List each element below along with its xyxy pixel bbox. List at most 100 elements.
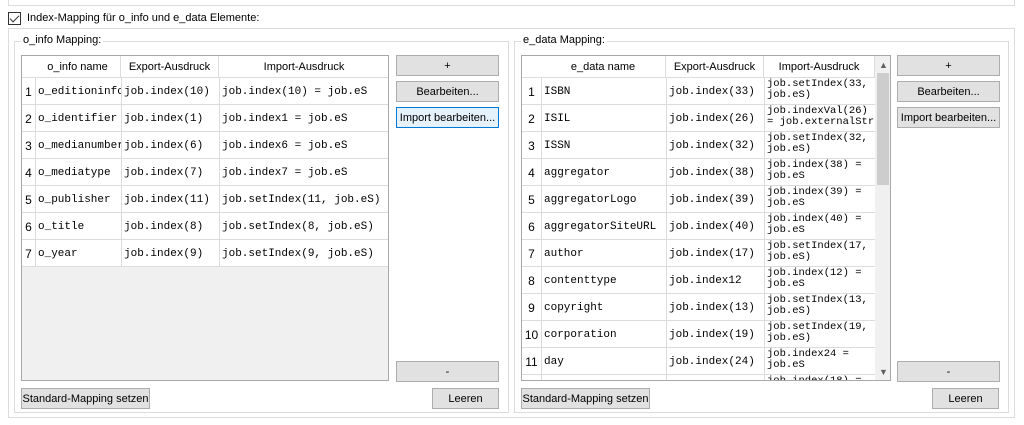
e-data-col-export[interactable]: Export-Ausdruck: [666, 56, 764, 78]
cell-import[interactable]: job.index1 = job.eS: [219, 105, 388, 132]
cell-import[interactable]: job.index(38) = job.eS: [764, 159, 875, 186]
cell-export[interactable]: job.index(7): [121, 159, 219, 186]
cell-import[interactable]: job.index(18) =: [764, 375, 875, 380]
table-row[interactable]: 5 aggregatorLogo job.index(39) job.index(39…: [522, 186, 875, 213]
cell-export[interactable]: job.index(26): [666, 105, 764, 132]
table-row[interactable]: 7 author job.index(17) job.setIndex(17, job…: [522, 240, 875, 267]
cell-name[interactable]: [541, 375, 666, 380]
e-data-standard-mapping-button[interactable]: Standard-Mapping setzen: [521, 388, 650, 409]
cell-name[interactable]: o_publisher: [35, 186, 121, 213]
cell-import[interactable]: job.setIndex(33, job.eS): [764, 78, 875, 105]
cell-export[interactable]: job.index(24): [666, 348, 764, 375]
cell-export[interactable]: job.index12: [666, 267, 764, 294]
cell-import[interactable]: job.index(40) = job.eS: [764, 213, 875, 240]
cell-name[interactable]: ISSN: [541, 132, 666, 159]
cell-export[interactable]: job.index(17): [666, 240, 764, 267]
cell-name[interactable]: aggregatorSiteURL: [541, 213, 666, 240]
cell-name[interactable]: o_editioninfo: [35, 78, 121, 105]
cell-name[interactable]: ISBN: [541, 78, 666, 105]
table-row[interactable]: 6 o_title job.index(8) job.setIndex(8, job.…: [22, 213, 388, 240]
table-row[interactable]: 3 o_medianumber job.index(6) job.index6 = j…: [22, 132, 388, 159]
cell-export[interactable]: job.index(39): [666, 186, 764, 213]
cell-import[interactable]: job.index24 = job.eS: [764, 348, 875, 375]
cell-export[interactable]: job.index(10): [121, 78, 219, 105]
index-mapping-checkbox[interactable]: [8, 11, 21, 25]
cell-import[interactable]: job.index(10) = job.eS: [219, 78, 388, 105]
table-row[interactable]: 1 o_editioninfo job.index(10) job.index(10)…: [22, 78, 388, 105]
table-row[interactable]: 2 ISIL job.index(26) job.indexVal(26) = job…: [522, 105, 875, 132]
cell-export[interactable]: job.index(13): [666, 294, 764, 321]
e-data-scroll-thumb[interactable]: [877, 73, 889, 185]
table-row[interactable]: 9 copyright job.index(13) job.setIndex(13, …: [522, 294, 875, 321]
cell-export[interactable]: job.index(9): [121, 240, 219, 267]
cell-name[interactable]: o_medianumber: [35, 132, 121, 159]
table-row[interactable]: 2 o_identifier job.index(1) job.index1 = jo…: [22, 105, 388, 132]
cell-import[interactable]: job.setIndex(11, job.eS): [219, 186, 388, 213]
table-row[interactable]: 4 o_mediatype job.index(7) job.index7 = job…: [22, 159, 388, 186]
table-row[interactable]: 3 ISSN job.index(32) job.setIndex(32, job.e…: [522, 132, 875, 159]
table-row[interactable]: 8 contenttype job.index12 job.index(12) = j…: [522, 267, 875, 294]
table-row[interactable]: 5 o_publisher job.index(11) job.setIndex(11…: [22, 186, 388, 213]
e-data-col-import[interactable]: Import-Ausdruck: [764, 56, 875, 78]
o-info-col-import[interactable]: Import-Ausdruck: [219, 56, 388, 78]
cell-name[interactable]: o_identifier: [35, 105, 121, 132]
o-info-add-button[interactable]: +: [396, 55, 499, 76]
e-data-scrollbar[interactable]: ▲ ▼: [875, 56, 890, 380]
e-data-table[interactable]: e_data name Export-Ausdruck Import-Ausdr…: [521, 55, 891, 381]
cell-name[interactable]: aggregator: [541, 159, 666, 186]
cell-name[interactable]: o_mediatype: [35, 159, 121, 186]
table-row[interactable]: 6 aggregatorSiteURL job.index(40) job.index…: [522, 213, 875, 240]
cell-export[interactable]: job.index(32): [666, 132, 764, 159]
cell-name[interactable]: author: [541, 240, 666, 267]
cell-name[interactable]: ISIL: [541, 105, 666, 132]
cell-name[interactable]: copyright: [541, 294, 666, 321]
cell-import[interactable]: job.setIndex(19, job.eS): [764, 321, 875, 348]
o-info-standard-mapping-button[interactable]: Standard-Mapping setzen: [21, 388, 150, 409]
cell-name[interactable]: aggregatorLogo: [541, 186, 666, 213]
cell-import[interactable]: job.index(12) = job.eS: [764, 267, 875, 294]
cell-export[interactable]: job.index(6): [121, 132, 219, 159]
o-info-edit-button[interactable]: Bearbeiten...: [396, 81, 499, 102]
scroll-up-icon[interactable]: ▲: [875, 56, 890, 73]
scroll-down-icon[interactable]: ▼: [875, 363, 890, 380]
cell-export[interactable]: job.index(33): [666, 78, 764, 105]
cell-export[interactable]: job.index(40): [666, 213, 764, 240]
table-row[interactable]: 7 o_year job.index(9) job.setIndex(9, job.e…: [22, 240, 388, 267]
cell-import[interactable]: job.index(39) = job.eS: [764, 186, 875, 213]
cell-export[interactable]: job.index(1): [121, 105, 219, 132]
cell-import[interactable]: job.setIndex(13, job.eS): [764, 294, 875, 321]
cell-import[interactable]: job.index7 = job.eS: [219, 159, 388, 186]
cell-import[interactable]: job.setIndex(17, job.eS): [764, 240, 875, 267]
table-row[interactable]: 11 day job.index(24) job.index24 = job.eS: [522, 348, 875, 375]
cell-export[interactable]: job.index(38): [666, 159, 764, 186]
table-row[interactable]: 10 corporation job.index(19) job.setIndex(1…: [522, 321, 875, 348]
index-mapping-header[interactable]: Index-Mapping für o_info und e_data Elem…: [8, 10, 259, 26]
cell-export[interactable]: job.index(19): [666, 321, 764, 348]
cell-name[interactable]: corporation: [541, 321, 666, 348]
o-info-import-edit-button[interactable]: Import bearbeiten...: [396, 107, 499, 128]
cell-import[interactable]: job.setIndex(9, job.eS): [219, 240, 388, 267]
cell-export[interactable]: job.index(8): [121, 213, 219, 240]
cell-export[interactable]: [666, 375, 764, 380]
o-info-clear-button[interactable]: Leeren: [432, 388, 499, 409]
cell-name[interactable]: o_title: [35, 213, 121, 240]
cell-name[interactable]: day: [541, 348, 666, 375]
o-info-col-name[interactable]: o_info name: [35, 56, 121, 78]
e-data-clear-button[interactable]: Leeren: [932, 388, 999, 409]
cell-import[interactable]: job.indexVal(26) = job.externalStr: [764, 105, 875, 132]
o-info-col-export[interactable]: Export-Ausdruck: [121, 56, 219, 78]
o-info-table[interactable]: o_info name Export-Ausdruck Import-Ausdr…: [21, 55, 389, 381]
cell-export[interactable]: job.index(11): [121, 186, 219, 213]
table-row[interactable]: job.index(18) =: [522, 375, 875, 380]
cell-import[interactable]: job.index6 = job.eS: [219, 132, 388, 159]
cell-name[interactable]: o_year: [35, 240, 121, 267]
table-row[interactable]: 1 ISBN job.index(33) job.setIndex(33, job.e…: [522, 78, 875, 105]
e-data-add-button[interactable]: +: [897, 55, 1000, 76]
table-row[interactable]: 4 aggregator job.index(38) job.index(38) = …: [522, 159, 875, 186]
cell-name[interactable]: contenttype: [541, 267, 666, 294]
e-data-remove-button[interactable]: -: [897, 361, 1000, 382]
o-info-remove-button[interactable]: -: [396, 361, 499, 382]
e-data-edit-button[interactable]: Bearbeiten...: [897, 81, 1000, 102]
e-data-import-edit-button[interactable]: Import bearbeiten...: [897, 107, 1000, 128]
cell-import[interactable]: job.setIndex(32, job.eS): [764, 132, 875, 159]
